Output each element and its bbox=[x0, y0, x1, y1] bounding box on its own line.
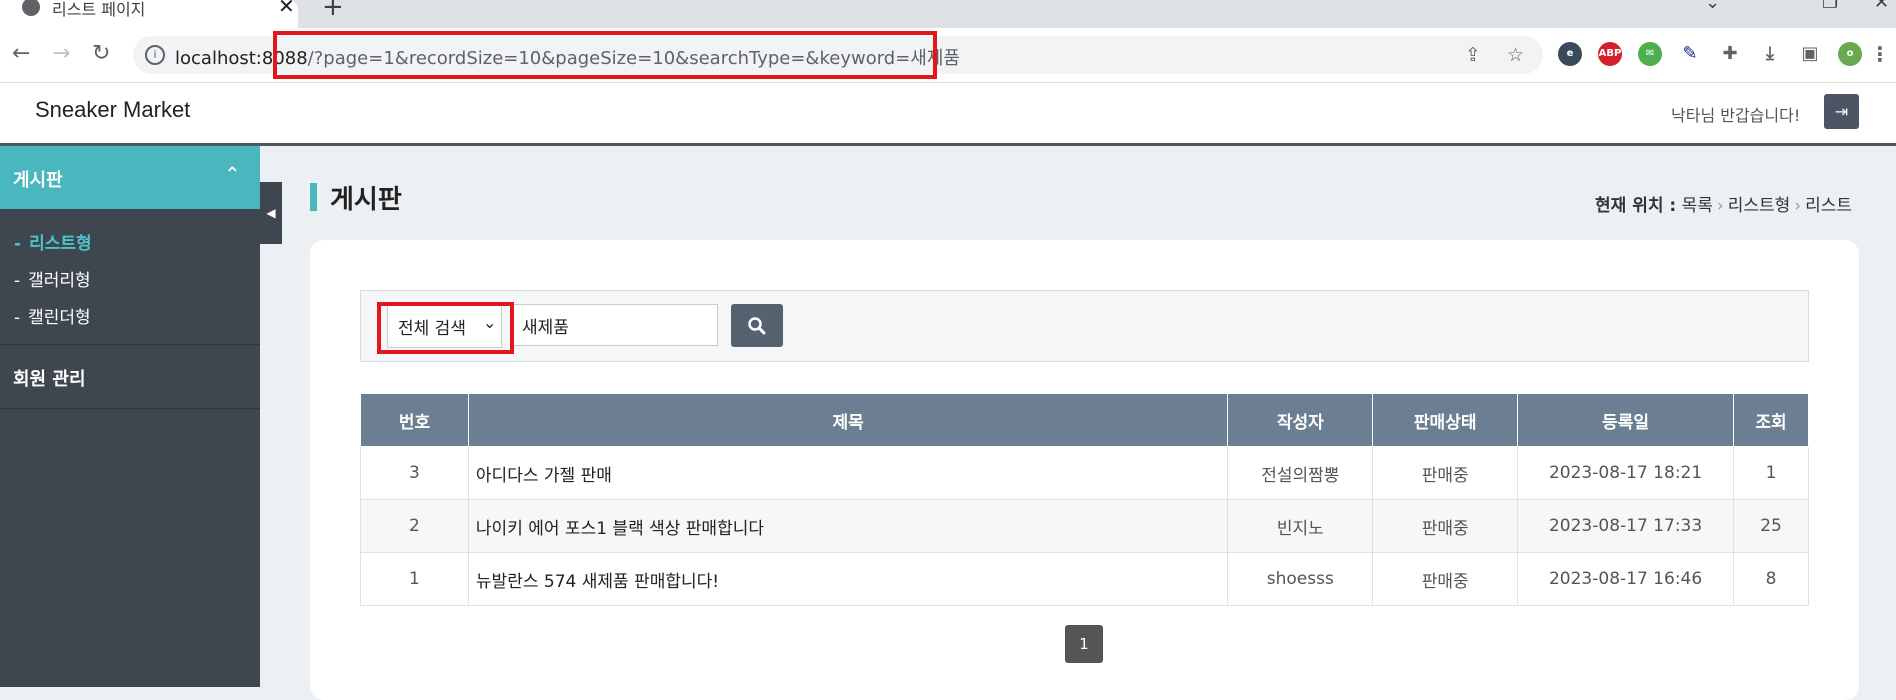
tab-title: 리스트 페이지 bbox=[52, 0, 146, 19]
back-icon[interactable]: ← bbox=[12, 41, 30, 66]
share-icon[interactable]: ⇪ bbox=[1465, 44, 1481, 66]
cell-status: 판매중 bbox=[1372, 552, 1519, 606]
cell-title-link[interactable]: 아디다스 가젤 판매 bbox=[467, 446, 1229, 500]
cell-no: 3 bbox=[360, 446, 469, 500]
breadcrumb-item[interactable]: 목록 bbox=[1682, 196, 1713, 216]
cell-author: 빈지노 bbox=[1227, 499, 1374, 553]
extensions-puzzle-icon[interactable]: ✚ bbox=[1718, 42, 1742, 66]
search-panel: 전체 검색 ⌄ bbox=[360, 290, 1809, 362]
page-title: 게시판 bbox=[330, 185, 402, 215]
table-row[interactable]: 2 나이키 에어 포스1 블랙 색상 판매합니다 빈지노 판매중 2023-08… bbox=[360, 499, 1809, 553]
search-icon bbox=[748, 317, 766, 335]
cell-title-link[interactable]: 뉴발란스 574 새제품 판매합니다! bbox=[467, 552, 1229, 606]
title-accent-bar bbox=[310, 183, 317, 211]
menu-kebab-icon[interactable]: ⋮ bbox=[1868, 42, 1892, 66]
cell-status: 판매중 bbox=[1372, 499, 1519, 553]
sidebar-collapse-button[interactable]: ◀ bbox=[260, 182, 282, 244]
sidebar-divider bbox=[0, 344, 260, 345]
col-header-status: 판매상태 bbox=[1372, 393, 1519, 447]
cell-views: 1 bbox=[1733, 446, 1809, 500]
sidebar-item-list[interactable]: - 리스트형 bbox=[14, 229, 92, 254]
sidebar-item-label: 리스트형 bbox=[29, 234, 92, 254]
sidebar-divider bbox=[0, 408, 260, 409]
cell-date: 2023-08-17 16:46 bbox=[1517, 552, 1735, 606]
content-card: 전체 검색 ⌄ 번호 제목 작성자 판매상태 등록일 조회 3 아디다스 가젤 bbox=[310, 240, 1859, 700]
search-button[interactable] bbox=[731, 304, 783, 347]
profile-avatar[interactable]: o bbox=[1838, 42, 1862, 66]
col-header-views: 조회 bbox=[1733, 393, 1809, 447]
col-header-author: 작성자 bbox=[1227, 393, 1374, 447]
sidebar: 게시판 ⌃ - 리스트형 - 갤러리형 - 캘린더형 회원 관리 bbox=[0, 146, 260, 687]
breadcrumb-item[interactable]: 리스트형 bbox=[1728, 196, 1791, 216]
post-table: 번호 제목 작성자 판매상태 등록일 조회 3 아디다스 가젤 판매 전설의짬뽕… bbox=[360, 393, 1809, 606]
cell-no: 1 bbox=[360, 552, 469, 606]
browser-tab[interactable]: 리스트 페이지 ✕ bbox=[0, 0, 298, 28]
browser-tab-bar: 리스트 페이지 ✕ + ⌄ ❐ ✕ bbox=[0, 0, 1896, 28]
cell-status: 판매중 bbox=[1372, 446, 1519, 500]
sidebar-section-label: 게시판 bbox=[13, 170, 63, 191]
reload-icon[interactable]: ↻ bbox=[92, 41, 110, 66]
chevron-up-icon[interactable]: ⌃ bbox=[224, 162, 241, 186]
col-header-date: 등록일 bbox=[1517, 393, 1735, 447]
welcome-message: 낙타님 반갑습니다! bbox=[1671, 106, 1801, 125]
extension-icon[interactable]: e bbox=[1558, 42, 1582, 66]
logout-icon: ⇥ bbox=[1834, 102, 1849, 121]
sidebar-item-gallery[interactable]: - 갤러리형 bbox=[14, 266, 91, 291]
sidebar-item-calendar[interactable]: - 캘린더형 bbox=[14, 303, 91, 328]
site-info-icon[interactable]: i bbox=[145, 45, 165, 65]
search-keyword-input[interactable] bbox=[513, 304, 718, 346]
side-panel-icon[interactable]: ▣ bbox=[1798, 42, 1822, 66]
breadcrumb-label: 현재 위치 : bbox=[1595, 196, 1677, 216]
sidebar-item-label: 캘린더형 bbox=[28, 308, 91, 328]
forward-icon[interactable]: → bbox=[52, 41, 70, 66]
cell-date: 2023-08-17 17:33 bbox=[1517, 499, 1735, 553]
restore-window-icon[interactable]: ❐ bbox=[1822, 0, 1838, 13]
breadcrumb-item[interactable]: 리스트 bbox=[1805, 196, 1852, 216]
select-highlight-box bbox=[377, 302, 514, 354]
app-header: Sneaker Market 낙타님 반갑습니다! ⇥ bbox=[0, 83, 1896, 146]
breadcrumb: 현재 위치 : 목록 › 리스트형 › 리스트 bbox=[1595, 191, 1852, 216]
tab-search-icon[interactable]: ⌄ bbox=[1705, 0, 1720, 13]
globe-icon bbox=[22, 0, 40, 16]
cell-author: shoesss bbox=[1227, 552, 1374, 606]
cell-views: 8 bbox=[1733, 552, 1809, 606]
sidebar-section-members[interactable]: 회원 관리 bbox=[13, 365, 86, 391]
cell-author: 전설의짬뽕 bbox=[1227, 446, 1374, 500]
adblock-icon[interactable]: ABP bbox=[1598, 42, 1622, 66]
col-header-title: 제목 bbox=[467, 393, 1229, 447]
cell-no: 2 bbox=[360, 499, 469, 553]
bookmark-star-icon[interactable]: ☆ bbox=[1507, 44, 1524, 66]
col-header-no: 번호 bbox=[360, 393, 469, 447]
mail-extension-icon[interactable]: ✉ bbox=[1638, 42, 1662, 66]
chevron-right-icon: › bbox=[1716, 196, 1724, 216]
logout-button[interactable]: ⇥ bbox=[1824, 94, 1859, 129]
pagination-page-button[interactable]: 1 bbox=[1065, 625, 1103, 663]
download-icon[interactable]: ⤓ bbox=[1758, 42, 1782, 66]
new-tab-button[interactable]: + bbox=[322, 0, 344, 22]
chevron-right-icon: › bbox=[1794, 196, 1802, 216]
eyedropper-icon[interactable]: ✎ bbox=[1678, 42, 1702, 66]
table-row[interactable]: 1 뉴발란스 574 새제품 판매합니다! shoesss 판매중 2023-0… bbox=[360, 552, 1809, 606]
brand-logo-text[interactable]: Sneaker Market bbox=[35, 97, 190, 123]
close-window-icon[interactable]: ✕ bbox=[1874, 0, 1889, 13]
cell-title-link[interactable]: 나이키 에어 포스1 블랙 색상 판매합니다 bbox=[467, 499, 1229, 553]
table-row[interactable]: 3 아디다스 가젤 판매 전설의짬뽕 판매중 2023-08-17 18:21 … bbox=[360, 446, 1809, 500]
close-tab-icon[interactable]: ✕ bbox=[278, 0, 295, 18]
sidebar-section-board[interactable]: 게시판 ⌃ bbox=[0, 146, 260, 209]
cell-date: 2023-08-17 18:21 bbox=[1517, 446, 1735, 500]
caret-left-icon: ◀ bbox=[266, 206, 276, 220]
sidebar-item-label: 갤러리형 bbox=[28, 271, 91, 291]
url-highlight-box bbox=[273, 31, 937, 79]
cell-views: 25 bbox=[1733, 499, 1809, 553]
table-header-row: 번호 제목 작성자 판매상태 등록일 조회 bbox=[360, 393, 1809, 447]
